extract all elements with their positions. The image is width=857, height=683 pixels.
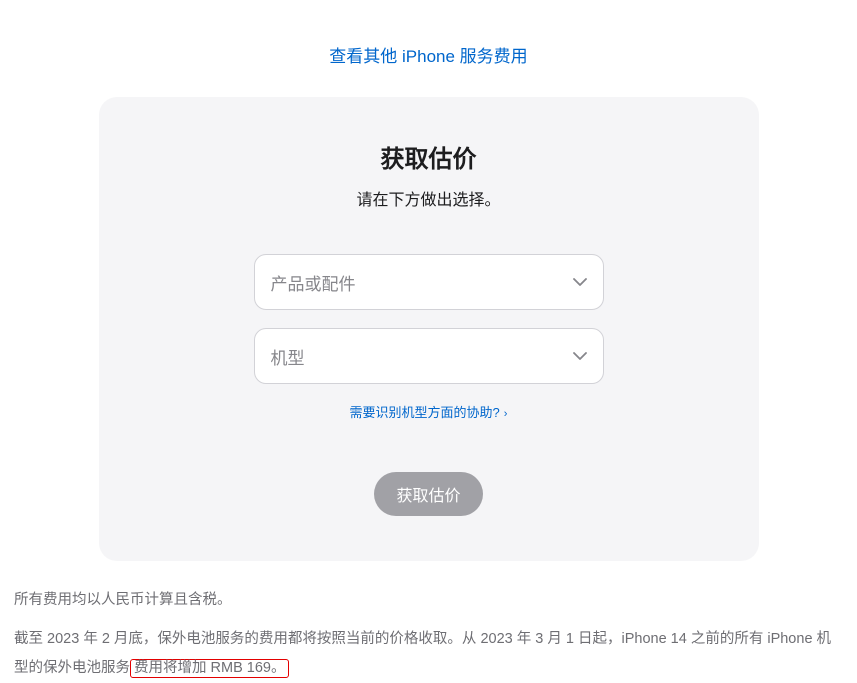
chevron-right-icon: › [504, 408, 508, 420]
product-select-placeholder: 产品或配件 [271, 270, 356, 295]
chevron-down-icon [573, 352, 587, 361]
card-title: 获取估价 [139, 139, 719, 174]
top-link-container: 查看其他 iPhone 服务费用 [10, 0, 847, 97]
help-link-container: 需要识别机型方面的协助? › [139, 402, 719, 422]
price-increase-highlight: 费用将增加 RMB 169。 [130, 659, 289, 678]
card-subtitle: 请在下方做出选择。 [139, 186, 719, 210]
estimate-card: 获取估价 请在下方做出选择。 产品或配件 机型 需要识别机型方面的协助? › [99, 97, 759, 561]
product-select-wrapper: 产品或配件 [254, 254, 604, 310]
footer-line-1: 所有费用均以人民币计算且含税。 [14, 586, 843, 615]
footer-line-2: 截至 2023 年 2 月底，保外电池服务的费用都将按照当前的价格收取。从 20… [14, 625, 843, 683]
model-select-placeholder: 机型 [271, 344, 305, 369]
other-services-link[interactable]: 查看其他 iPhone 服务费用 [329, 47, 527, 66]
product-select[interactable]: 产品或配件 [254, 254, 604, 310]
help-link-text: 需要识别机型方面的协助? [350, 405, 500, 420]
model-select-wrapper: 机型 [254, 328, 604, 384]
get-estimate-button[interactable]: 获取估价 [374, 472, 482, 516]
footer-notes: 所有费用均以人民币计算且含税。 截至 2023 年 2 月底，保外电池服务的费用… [10, 561, 847, 683]
chevron-down-icon [573, 278, 587, 287]
identify-model-help-link[interactable]: 需要识别机型方面的协助? › [350, 405, 508, 420]
model-select[interactable]: 机型 [254, 328, 604, 384]
